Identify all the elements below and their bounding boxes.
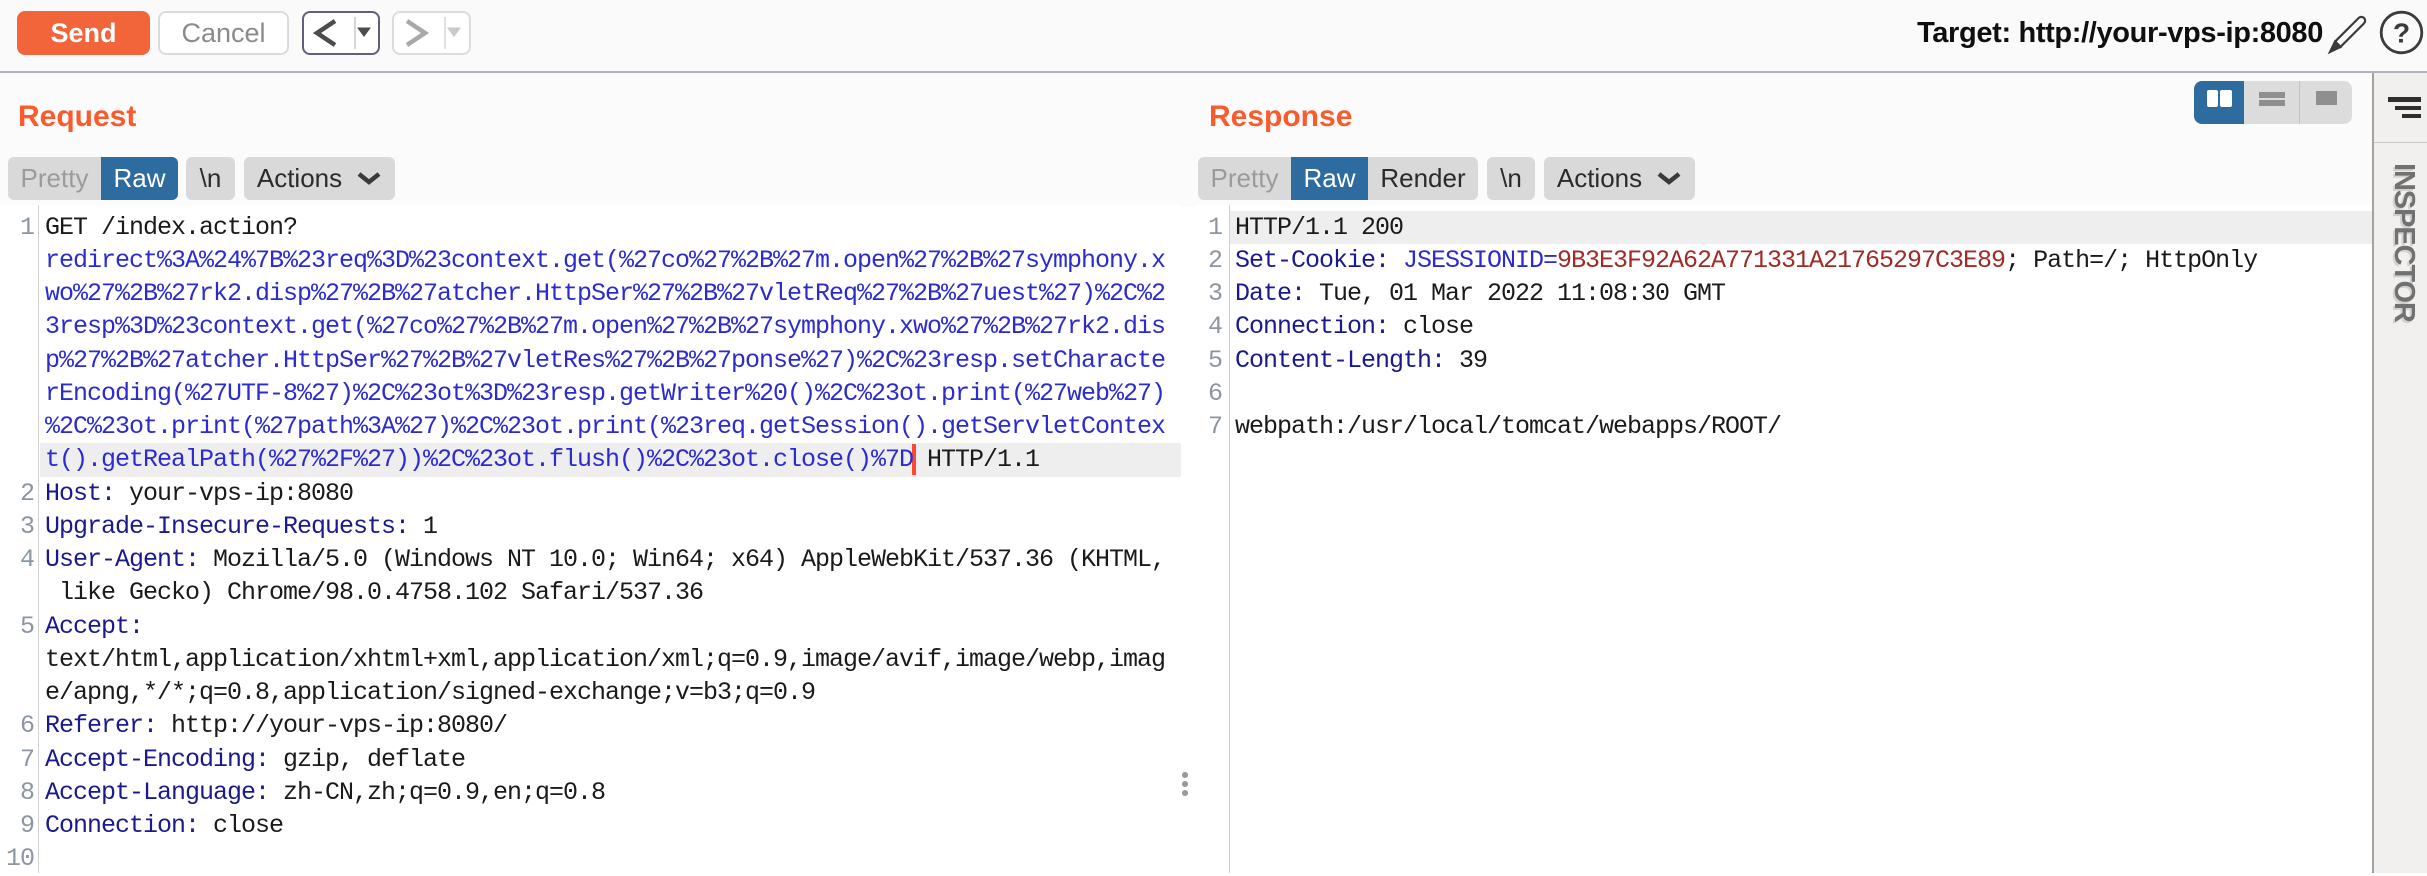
svg-text:?: ? [2393,18,2410,49]
